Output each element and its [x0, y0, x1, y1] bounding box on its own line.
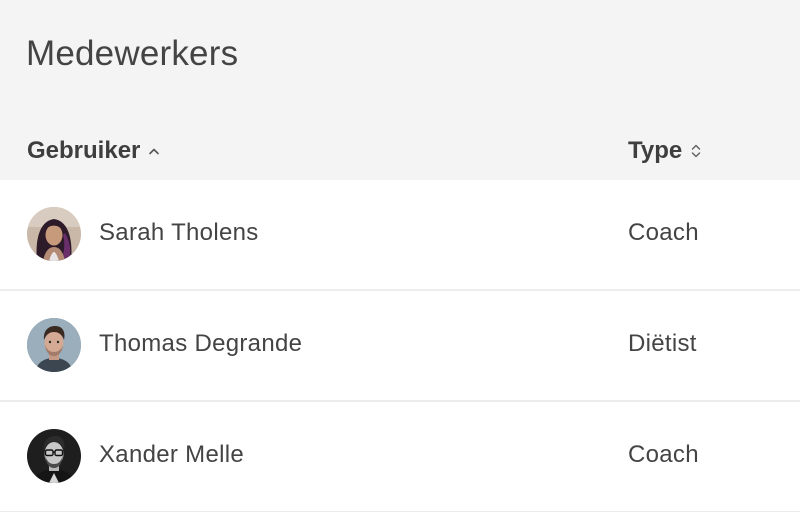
user-type: Coach — [628, 219, 699, 246]
avatar — [27, 207, 81, 261]
page-header: Medewerkers Gebruiker Type — [0, 0, 800, 180]
column-header-user-label: Gebruiker — [27, 137, 141, 164]
page-title: Medewerkers — [26, 34, 239, 73]
column-header-type[interactable]: Type — [628, 136, 703, 166]
avatar-woman-icon — [27, 207, 81, 261]
avatar-man-glasses-icon — [27, 429, 81, 483]
staff-page: Medewerkers Gebruiker Type Sarah Tholens… — [0, 0, 800, 512]
column-header-user[interactable]: Gebruiker — [27, 136, 161, 166]
column-header-type-label: Type — [628, 137, 683, 164]
user-name: Xander Melle — [99, 441, 245, 468]
avatar-man-icon — [27, 318, 81, 372]
user-name: Thomas Degrande — [99, 330, 303, 357]
table-row[interactable]: Xander Melle Coach — [0, 402, 800, 512]
sort-updown-icon — [689, 141, 703, 161]
user-type: Coach — [628, 441, 699, 468]
staff-table-body: Sarah Tholens Coach Thomas Degrande Diët… — [0, 180, 800, 512]
table-row[interactable]: Thomas Degrande Diëtist — [0, 291, 800, 402]
user-name: Sarah Tholens — [99, 219, 259, 246]
user-type: Diëtist — [628, 330, 697, 357]
avatar — [27, 318, 81, 372]
chevron-up-icon — [147, 141, 161, 161]
table-row[interactable]: Sarah Tholens Coach — [0, 180, 800, 291]
avatar — [27, 429, 81, 483]
